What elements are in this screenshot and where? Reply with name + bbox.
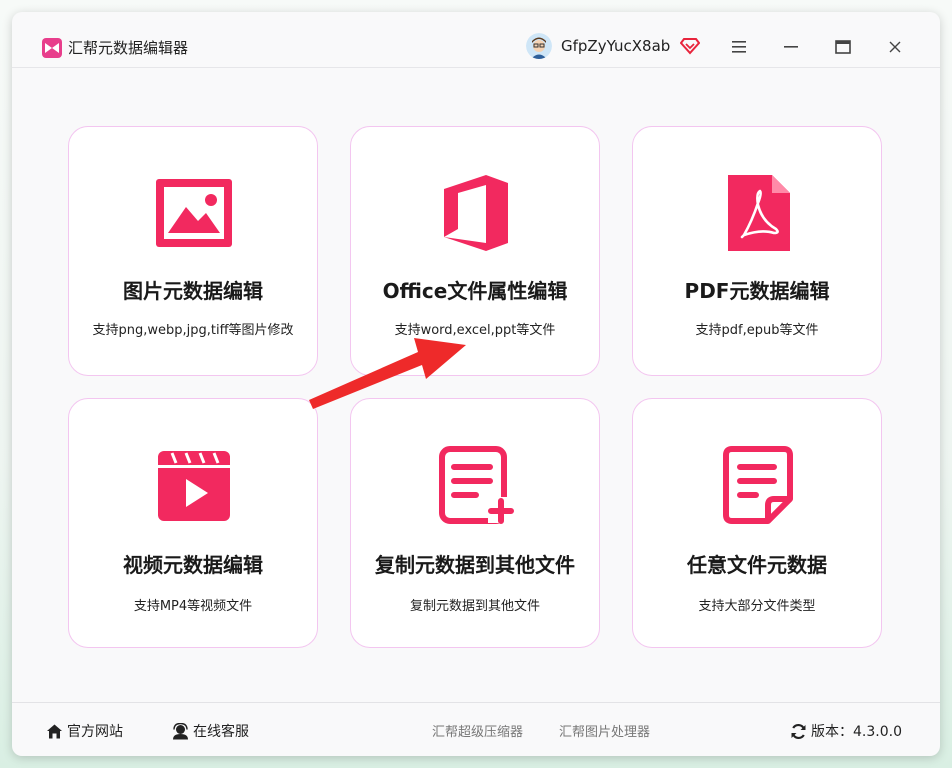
username[interactable]: GfpZyYucX8ab xyxy=(561,37,670,55)
close-button[interactable] xyxy=(882,34,908,60)
card-copy-metadata[interactable]: 复制元数据到其他文件 复制元数据到其他文件 xyxy=(350,398,600,648)
card-description: 支持MP4等视频文件 xyxy=(133,599,253,614)
document-icon xyxy=(723,446,793,524)
compressor-label: 汇帮超级压缩器 xyxy=(432,725,524,740)
version-info[interactable]: 版本：4.3.0.0 xyxy=(790,721,902,741)
card-description: 支持png,webp,jpg,tiff等图片修改 xyxy=(92,323,294,338)
card-image-metadata[interactable]: 图片元数据编辑 支持png,webp,jpg,tiff等图片修改 xyxy=(68,126,318,376)
card-title: 图片元数据编辑 xyxy=(123,279,263,303)
official-website-link[interactable]: 官方网站 xyxy=(46,721,123,741)
card-title: 视频元数据编辑 xyxy=(123,553,263,577)
card-video-metadata[interactable]: 视频元数据编辑 支持MP4等视频文件 xyxy=(68,398,318,648)
home-icon xyxy=(47,724,62,738)
card-title: 任意文件元数据 xyxy=(687,553,827,577)
card-description: 支持pdf,epub等文件 xyxy=(695,323,819,338)
office-icon xyxy=(444,175,508,251)
version-label: 版本：4.3.0.0 xyxy=(811,724,902,740)
maximize-icon xyxy=(835,40,851,54)
title-bar: 汇帮元数据编辑器 GfpZyYucX8ab xyxy=(12,12,940,68)
footer-bar: 官方网站 在线客服 汇帮超级压缩器 汇帮图片处理器 版本：4.3.0.0 xyxy=(12,702,940,756)
card-pdf-metadata[interactable]: PDF元数据编辑 支持pdf,epub等文件 xyxy=(632,126,882,376)
customer-service-icon xyxy=(173,722,188,739)
maximize-button[interactable] xyxy=(830,34,856,60)
card-description: 支持word,excel,ppt等文件 xyxy=(394,323,556,338)
card-title: Office文件属性编辑 xyxy=(382,279,568,303)
card-description: 复制元数据到其他文件 xyxy=(409,599,540,614)
minimize-icon xyxy=(784,46,798,48)
vip-diamond-icon[interactable] xyxy=(680,35,700,55)
app-title: 汇帮元数据编辑器 xyxy=(68,39,189,57)
card-any-file-metadata[interactable]: 任意文件元数据 支持大部分文件类型 xyxy=(632,398,882,648)
app-logo-icon xyxy=(42,38,62,58)
card-title: PDF元数据编辑 xyxy=(684,279,830,303)
compressor-link[interactable]: 汇帮超级压缩器 xyxy=(432,721,523,740)
minimize-button[interactable] xyxy=(778,34,804,60)
image-processor-link[interactable]: 汇帮图片处理器 xyxy=(559,721,650,740)
menu-button[interactable] xyxy=(726,34,752,60)
refresh-icon xyxy=(791,723,806,739)
card-office-properties[interactable]: Office文件属性编辑 支持word,excel,ppt等文件 xyxy=(350,126,600,376)
document-add-icon xyxy=(439,446,514,524)
pdf-icon xyxy=(728,175,790,251)
online-support-link[interactable]: 在线客服 xyxy=(172,721,249,741)
card-title: 复制元数据到其他文件 xyxy=(375,553,575,577)
online-support-label: 在线客服 xyxy=(193,724,249,740)
video-icon xyxy=(158,451,230,521)
close-icon xyxy=(889,41,901,53)
hamburger-icon xyxy=(732,41,746,53)
user-avatar[interactable] xyxy=(526,33,552,59)
app-window: 汇帮元数据编辑器 GfpZyYucX8ab 图片元数据编辑 支持png,webp… xyxy=(12,12,940,756)
card-description: 支持大部分文件类型 xyxy=(698,599,816,614)
official-website-label: 官方网站 xyxy=(67,724,123,740)
image-processor-label: 汇帮图片处理器 xyxy=(559,725,651,740)
image-icon xyxy=(156,179,232,247)
